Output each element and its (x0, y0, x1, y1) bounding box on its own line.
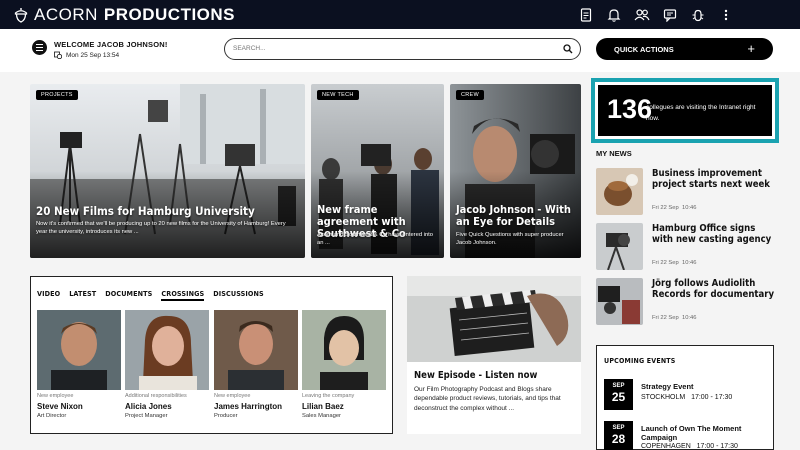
event-month: SEP (612, 425, 625, 431)
news-title: Business improvement project starts next… (652, 168, 770, 190)
person-job: Project Manager (125, 413, 168, 419)
person-photo (302, 310, 386, 390)
person-name: Alicia Jones (125, 402, 172, 411)
people-icon[interactable] (634, 7, 650, 23)
event-day: 28 (611, 432, 626, 446)
event-date-badge: SEP 28 (604, 421, 633, 450)
news-thumbnail (596, 168, 643, 215)
hero-card-new-tech[interactable]: NEW TECH New frame agreement with Southw… (311, 84, 444, 258)
news-date: Fri 22 Sep 10:46 (652, 260, 697, 266)
person-card[interactable]: New employee James Harrington Producer (214, 310, 298, 419)
event-date-badge: SEP 25 (604, 379, 633, 410)
welcome-greeting: WELCOME JACOB JOHNSON! (54, 40, 168, 49)
quick-actions-button[interactable]: QUICK ACTIONS + (596, 38, 773, 60)
hero-title: Jacob Johnson - With an Eye for Details (456, 203, 571, 229)
event-info: COPENHAGEN 17:00 - 17:30 (641, 443, 738, 450)
clapperboard-image (407, 276, 581, 362)
person-photo (125, 310, 209, 390)
person-card[interactable]: Leaving the company Lilian Baez Sales Ma… (302, 310, 386, 419)
event-month: SEP (612, 383, 625, 389)
search-icon[interactable] (563, 44, 573, 54)
calendar-clock-icon (54, 51, 62, 59)
online-text: collegues are visiting the Intranet righ… (646, 104, 756, 123)
person-name: Lilian Baez (302, 402, 344, 411)
tab-discussions[interactable]: DISCUSSIONS (213, 289, 264, 301)
news-date: Fri 22 Sep 10:46 (652, 315, 697, 321)
my-news-heading: MY NEWS (596, 149, 632, 158)
tab-video[interactable]: VIDEO (37, 289, 60, 301)
brand-name-light: ACORN (34, 4, 98, 24)
person-name: James Harrington (214, 402, 283, 411)
acorn-logo-icon (14, 7, 28, 23)
people-tabs-panel: VIDEO LATEST DOCUMENTS CROSSINGS DISCUSS… (30, 276, 393, 434)
person-card[interactable]: Additional responsibilities Alicia Jones… (125, 310, 209, 419)
menu-button[interactable] (32, 40, 47, 55)
hero-description: Five Quick Questions with super producer… (456, 232, 564, 246)
hero-title: 20 New Films for Hamburg University (36, 204, 255, 218)
event-day: 25 (611, 390, 626, 404)
tab-latest[interactable]: LATEST (69, 289, 96, 301)
tab-crossings[interactable]: CROSSINGS (161, 289, 205, 301)
person-status: New employee (214, 393, 251, 399)
person-photo (214, 310, 298, 390)
hero-card-projects[interactable]: PROJECTS 20 New Films for Hamburg Univer… (30, 84, 305, 258)
search-input[interactable] (233, 45, 553, 52)
search-bar[interactable] (224, 38, 581, 60)
podcast-description: Our Film Photography Podcast and Blogs s… (414, 386, 561, 412)
top-navigation-bar: ACORN PRODUCTIONS (0, 0, 800, 29)
plus-icon: + (747, 41, 755, 56)
document-icon[interactable] (578, 7, 594, 23)
person-status: New employee (37, 393, 74, 399)
current-datetime: Mon 25 Sep 13:54 (54, 51, 119, 59)
event-item[interactable]: SEP 28 Launch of Own The Moment Campaign… (604, 421, 770, 450)
person-job: Sales Manager (302, 413, 341, 419)
bell-icon[interactable] (606, 7, 622, 23)
bug-icon[interactable] (690, 7, 706, 23)
datetime-text: Mon 25 Sep 13:54 (66, 51, 120, 59)
person-job: Producer (214, 413, 238, 419)
person-status: Leaving the company (302, 393, 355, 399)
person-job: Art Director (37, 413, 67, 419)
event-name: Strategy Event (641, 382, 694, 391)
podcast-title: New Episode - Listen now (414, 370, 538, 381)
news-title: Jörg follows Audiolith Records for docum… (652, 278, 775, 300)
hero-description: Now it's confirmed that we'll be produci… (36, 221, 286, 235)
person-name: Steve Nixon (37, 402, 83, 411)
brand-name-bold: PRODUCTIONS (103, 4, 236, 24)
upcoming-events-panel: UPCOMING EVENTS SEP 25 Strategy Event ST… (596, 345, 774, 450)
person-photo (37, 310, 121, 390)
events-heading: UPCOMING EVENTS (604, 357, 676, 365)
news-thumbnail (596, 223, 643, 270)
news-thumbnail (596, 278, 643, 325)
category-tag: NEW TECH (317, 90, 359, 100)
news-title: Hamburg Office signs with new casting ag… (652, 223, 772, 245)
news-item[interactable]: Hamburg Office signs with new casting ag… (596, 223, 776, 271)
podcast-card[interactable]: New Episode - Listen now Our Film Photog… (407, 276, 581, 434)
category-tag: CREW (456, 90, 485, 100)
quick-actions-label: QUICK ACTIONS (614, 44, 674, 54)
person-status: Additional responsibilities (125, 393, 187, 399)
tab-bar: VIDEO LATEST DOCUMENTS CROSSINGS DISCUSS… (37, 289, 264, 301)
hero-card-crew[interactable]: CREW Jacob Johnson - With an Eye for Det… (450, 84, 581, 258)
news-item[interactable]: Jörg follows Audiolith Records for docum… (596, 278, 776, 326)
event-name: Launch of Own The Moment Campaign (641, 424, 742, 442)
news-date: Fri 22 Sep 10:46 (652, 205, 697, 211)
brand-logo[interactable]: ACORN PRODUCTIONS (14, 5, 235, 25)
news-item[interactable]: Business improvement project starts next… (596, 168, 776, 216)
category-tag: PROJECTS (36, 90, 78, 100)
event-item[interactable]: SEP 25 Strategy Event STOCKHOLM 17:00 - … (604, 379, 770, 411)
online-visitors-box: 136 collegues are visiting the Intranet … (591, 78, 779, 143)
more-vertical-icon[interactable] (718, 7, 734, 23)
hero-description: Acorn and Southwest & Co have entered in… (317, 232, 434, 246)
event-info: STOCKHOLM 17:00 - 17:30 (641, 394, 733, 401)
tab-documents[interactable]: DOCUMENTS (105, 289, 152, 301)
chat-icon[interactable] (662, 7, 678, 23)
person-card[interactable]: New employee Steve Nixon Art Director (37, 310, 121, 419)
